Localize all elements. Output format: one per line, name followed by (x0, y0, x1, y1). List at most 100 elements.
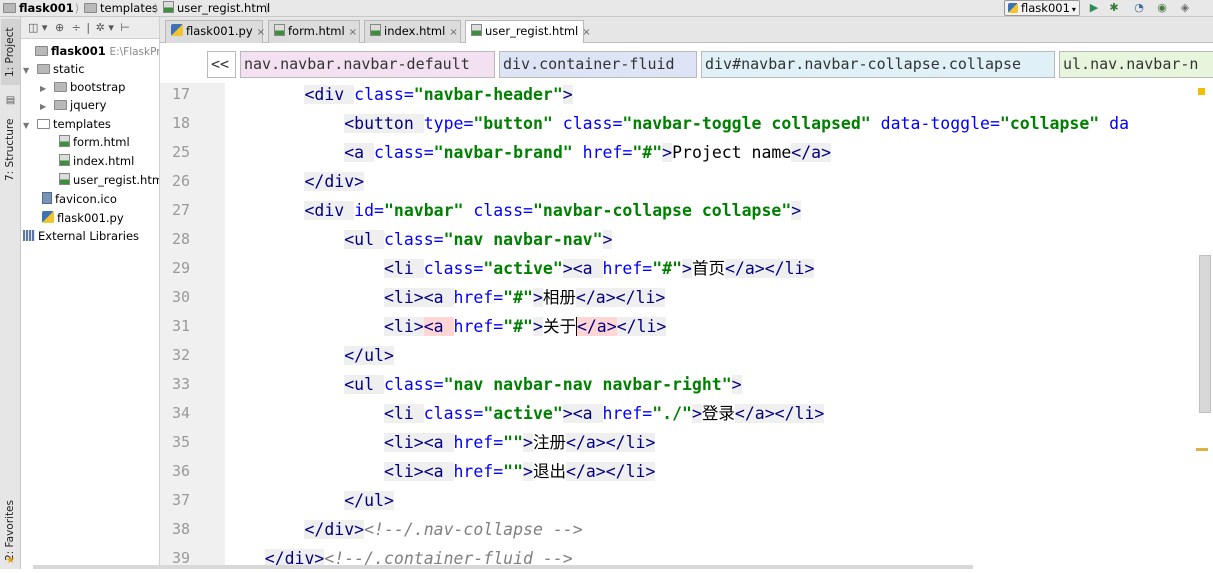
line-number: 31 (171, 317, 190, 335)
project-view-icon[interactable]: ◫ (28, 21, 38, 34)
code-token: 登录 (701, 404, 735, 423)
breadcrumb-navbar-div[interactable]: div#navbar.navbar-collapse.collapse (701, 51, 1055, 78)
breadcrumb-ul[interactable]: ul.nav.navbar-n (1059, 51, 1213, 78)
collapsed-icon[interactable]: ▶ (40, 98, 50, 116)
project-toolbar: ◫ ▾ ⊕ ÷ | ✲ ▾ ⊢ (21, 17, 159, 39)
code-line[interactable]: <a class="navbar-brand" href="#">Project… (225, 138, 832, 167)
run-config-select[interactable]: flask001 ▾ (1004, 0, 1080, 16)
tree-item-static[interactable]: ▼ static (23, 60, 159, 80)
folder-icon (3, 3, 16, 13)
tree-item-flask001-py[interactable]: flask001.py (42, 209, 159, 227)
code-token: class= (383, 375, 444, 394)
close-icon[interactable]: × (349, 27, 357, 38)
code-line[interactable]: <li><a href="">退出</a></li> (225, 457, 656, 486)
code-token: "navbar-toggle collapsed" (622, 114, 881, 133)
profile-icon[interactable]: ◉ (1154, 1, 1170, 15)
code-token: </div> (304, 520, 365, 539)
code-line[interactable]: <button type="button" class="navbar-togg… (225, 109, 1129, 138)
chevron-down-icon: ▾ (1071, 5, 1076, 14)
expanded-icon[interactable]: ▼ (23, 62, 33, 80)
line-number: 17 (171, 85, 190, 103)
vcs-icon[interactable]: ◈ (1177, 1, 1193, 15)
nav-separator-icon: ⟩ (265, 2, 270, 15)
expanded-icon[interactable]: ▼ (23, 117, 33, 135)
code-editor[interactable]: <div class="navbar-header"> <button type… (225, 83, 1213, 569)
code-token: class= (354, 85, 414, 104)
tab-index-html[interactable]: index.html × (364, 20, 461, 43)
vertical-scrollbar[interactable] (1199, 255, 1211, 413)
code-token: > (602, 230, 613, 249)
tree-item-index-html[interactable]: index.html (59, 152, 159, 170)
nav-crumb-file[interactable]: user_regist.html (163, 1, 270, 16)
code-token: "collapse" (999, 114, 1110, 133)
code-token: "nav navbar-nav navbar-right" (443, 375, 732, 394)
code-token: 退出 (532, 462, 566, 481)
project-tool-tab[interactable]: 1: Project (1, 19, 20, 85)
tree-item-bootstrap[interactable]: ▶ bootstrap (40, 78, 159, 96)
code-line[interactable]: <div class="navbar-header"> (225, 83, 573, 109)
code-line[interactable]: <li><a href="#">相册</a></li> (225, 283, 666, 312)
folder-icon (84, 3, 97, 13)
hide-icon[interactable]: ⊢ (120, 21, 130, 34)
code-line[interactable]: <ul class="nav navbar-nav"> (225, 225, 613, 254)
tab-user-regist-html[interactable]: user_regist.html × (465, 20, 591, 44)
line-number: 35 (171, 433, 190, 451)
code-token: > (731, 375, 742, 394)
close-icon[interactable]: × (257, 27, 265, 38)
coverage-icon[interactable]: ◔ (1131, 1, 1147, 15)
line-number: 27 (171, 201, 190, 219)
chevron-down-icon[interactable]: ▾ (42, 21, 48, 34)
run-icon[interactable]: ▶ (1086, 1, 1102, 15)
breadcrumb-container[interactable]: div.container-fluid (499, 51, 697, 78)
code-token: <a (344, 143, 375, 162)
nav-crumb-templates[interactable]: templates (84, 1, 158, 16)
line-number: 36 (171, 462, 190, 480)
code-line[interactable]: <li><a href="">注册</a></li> (225, 428, 656, 457)
code-line[interactable]: </ul> (225, 486, 394, 515)
code-line[interactable]: </div> (225, 167, 365, 196)
close-icon[interactable]: × (449, 27, 457, 38)
code-line[interactable]: </ul> (225, 341, 394, 370)
code-token: > (691, 404, 702, 423)
code-line[interactable]: <ul class="nav navbar-nav navbar-right"> (225, 370, 742, 399)
code-line[interactable]: <li class="active"><a href="#">首页</a></l… (225, 254, 815, 283)
code-token: "#" (503, 288, 533, 307)
tree-root[interactable]: flask001 E:\FlaskProjec (25, 42, 159, 60)
horizontal-scrollbar[interactable] (33, 565, 973, 569)
tab-form-html[interactable]: form.html × (268, 20, 360, 43)
close-icon[interactable]: × (582, 27, 590, 38)
tree-item-jquery[interactable]: ▶ jquery (40, 96, 159, 116)
breadcrumb-nav[interactable]: nav.navbar.navbar-default (240, 51, 495, 78)
tree-item-favicon[interactable]: favicon.ico (42, 190, 159, 208)
gear-icon[interactable]: ✲ (96, 21, 105, 34)
code-line-current[interactable]: <li><a href="#">关于</a></li> (225, 312, 667, 341)
chevron-down-icon[interactable]: ▾ (108, 21, 114, 34)
code-line[interactable]: <div id="navbar" class="navbar-collapse … (225, 196, 802, 225)
breadcrumb-back-button[interactable]: << (207, 51, 236, 78)
warning-marker[interactable] (1198, 88, 1205, 95)
collapse-all-icon[interactable]: ÷ (72, 21, 81, 34)
code-line[interactable]: </div><!--/.nav-collapse --> (225, 515, 583, 544)
tab-flask001-py[interactable]: flask001.py × (165, 20, 265, 43)
structure-tool-tab[interactable]: 7: Structure (1, 113, 20, 187)
nav-crumb-project[interactable]: flask001 (3, 1, 74, 16)
code-token: "navbar" (383, 201, 474, 220)
code-token: <div (304, 201, 355, 220)
code-line[interactable]: <li class="active"><a href="./">登录</a></… (225, 399, 825, 428)
code-token: > (523, 433, 533, 452)
tree-item-templates[interactable]: ▼ templates (23, 115, 159, 135)
tree-item-user-regist-html[interactable]: user_regist.html (59, 171, 159, 189)
tree-item-form-html[interactable]: form.html (59, 133, 159, 151)
change-marker[interactable] (1196, 448, 1208, 451)
code-token: "navbar-header" (413, 85, 563, 104)
code-token: "nav navbar-nav" (443, 230, 603, 249)
py-file-icon (171, 24, 183, 36)
sync-icon[interactable]: ⊕ (55, 21, 64, 34)
tree-item-external-libraries[interactable]: External Libraries (23, 227, 159, 245)
debug-icon[interactable]: ✱ (1106, 1, 1122, 15)
